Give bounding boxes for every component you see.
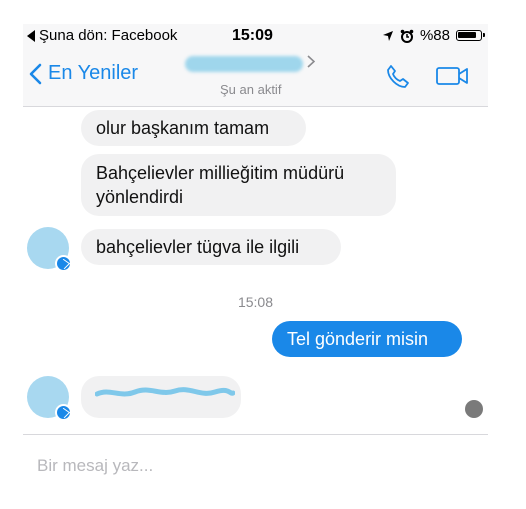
alarm-icon bbox=[400, 29, 414, 43]
status-bar: Şuna dön: Facebook 15:09 %88 bbox=[23, 24, 488, 48]
phone-icon bbox=[387, 65, 409, 88]
messenger-badge-icon bbox=[55, 404, 72, 421]
messenger-screen: Şuna dön: Facebook 15:09 %88 En Yeniler … bbox=[23, 24, 488, 494]
back-button-label: En Yeniler bbox=[48, 62, 139, 84]
battery-percent: %88 bbox=[419, 27, 450, 44]
back-to-app-label: Şuna dön: Facebook bbox=[39, 27, 178, 44]
contact-name-redacted[interactable] bbox=[185, 56, 303, 72]
status-indicators: %88 bbox=[382, 27, 485, 44]
active-status: Şu an aktif bbox=[220, 82, 282, 97]
call-button[interactable] bbox=[385, 64, 411, 95]
message-timestamp: 15:08 bbox=[237, 294, 274, 310]
message-bubble-incoming[interactable]: bahçelievler tügva ile ilgili bbox=[81, 229, 341, 265]
location-arrow-icon bbox=[382, 30, 393, 41]
back-to-app-link[interactable]: Şuna dön: Facebook bbox=[27, 27, 177, 44]
chevron-right-icon[interactable] bbox=[307, 55, 316, 73]
message-bubble-outgoing[interactable]: Tel gönderir misin bbox=[272, 321, 462, 357]
video-call-button[interactable] bbox=[436, 66, 469, 91]
message-bubble-incoming[interactable]: olur başkanım tamam bbox=[81, 110, 306, 146]
redaction-scribble bbox=[95, 387, 235, 397]
video-camera-icon bbox=[436, 67, 468, 85]
contact-avatar[interactable] bbox=[27, 376, 72, 421]
messenger-badge-icon bbox=[55, 255, 72, 272]
conversation-header: En Yeniler Şu an aktif bbox=[23, 48, 488, 107]
message-bubble-incoming[interactable]: Bahçelievler millieğitim müdürü yönlendi… bbox=[81, 154, 396, 216]
message-input[interactable]: Bir mesaj yaz... bbox=[37, 456, 153, 476]
battery-icon bbox=[456, 30, 485, 41]
seen-indicator-avatar bbox=[465, 400, 483, 418]
status-time: 15:09 bbox=[232, 27, 273, 44]
composer-divider bbox=[23, 434, 488, 435]
back-button[interactable]: En Yeniler bbox=[29, 62, 138, 85]
back-triangle-icon bbox=[27, 29, 35, 42]
contact-avatar[interactable] bbox=[27, 227, 72, 272]
chevron-left-icon bbox=[29, 63, 42, 84]
